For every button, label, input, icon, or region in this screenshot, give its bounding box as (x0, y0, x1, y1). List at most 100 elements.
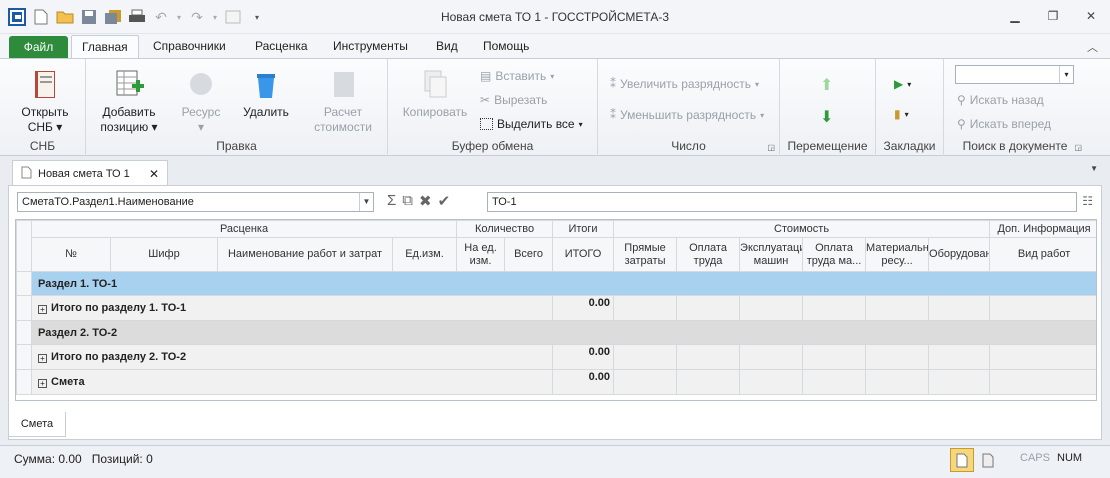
grid-cell[interactable] (613, 344, 678, 370)
summary-row[interactable]: + Итого по разделу 2. ТО-2 0.00 (16, 344, 1096, 370)
move-up-icon[interactable]: ⬆ (820, 75, 833, 95)
grid-cell[interactable] (613, 295, 678, 321)
grid-cell[interactable] (739, 295, 804, 321)
minimize-icon[interactable]: ▁ (996, 0, 1034, 32)
grid-cell[interactable] (989, 344, 1096, 370)
row-label: + Итого по разделу 1. ТО-1 (30, 295, 554, 321)
tab-references[interactable]: Справочники (153, 39, 226, 53)
column-header[interactable]: № (31, 237, 111, 272)
column-header[interactable]: Шифр (110, 237, 218, 272)
grid-cell[interactable] (802, 344, 867, 370)
calculate-cost-button[interactable]: Расчет стоимости (306, 67, 380, 135)
tab-tools[interactable]: Инструменты (333, 39, 408, 53)
row-indicator[interactable] (16, 271, 32, 296)
search-dropdown-icon[interactable]: ▾ (1059, 66, 1073, 83)
select-all-button[interactable]: Выделить все ▾ (480, 117, 583, 131)
close-icon[interactable]: ✕ (1072, 0, 1110, 32)
sheet-tab[interactable]: Смета (8, 412, 66, 437)
page-layout-icon[interactable] (976, 448, 1000, 472)
section-row[interactable]: Раздел 2. ТО-2 (16, 320, 1096, 345)
bookmark-navigate-button[interactable]: ▶ ▾ (894, 77, 911, 91)
expand-icon[interactable]: + (38, 354, 47, 363)
tab-view[interactable]: Вид (436, 39, 458, 53)
ribbon-collapse-icon[interactable]: ︿ (1087, 39, 1098, 55)
column-header[interactable]: На ед. изм. (456, 237, 506, 272)
copy-field-icon[interactable]: ⧉ (402, 192, 413, 210)
summary-row[interactable]: + Смета 0.00 (16, 369, 1096, 395)
cancel-icon[interactable]: ✖ (419, 192, 432, 210)
copy-button[interactable]: Копировать (396, 67, 474, 120)
tab-file[interactable]: Файл (9, 36, 68, 59)
row-indicator[interactable] (16, 369, 32, 395)
grid-cell[interactable] (739, 344, 804, 370)
grid-cell[interactable] (802, 295, 867, 321)
field-dropdown-icon[interactable]: ▼ (359, 193, 373, 211)
add-position-button[interactable]: Добавить позицию ▾ (92, 67, 166, 135)
tab-home[interactable]: Главная (71, 35, 139, 60)
expand-icon[interactable]: + (38, 379, 47, 388)
tab-help[interactable]: Помощь (483, 39, 529, 53)
summary-row[interactable]: + Итого по разделу 1. ТО-1 0.00 (16, 295, 1096, 321)
grid-cell[interactable] (613, 369, 678, 395)
total-cell[interactable]: 0.00 (552, 344, 615, 370)
grid-cell[interactable] (865, 344, 930, 370)
document-tab[interactable]: Новая смета ТО 1 ✕ (12, 160, 168, 186)
formula-value-input[interactable]: ТО-1 (487, 192, 1077, 212)
caps-indicator: CAPS (1020, 452, 1050, 464)
column-header[interactable]: Прямые затраты (613, 237, 678, 272)
grid-cell[interactable] (802, 369, 867, 395)
tab-list-dropdown-icon[interactable]: ▼ (1090, 164, 1098, 173)
paste-button[interactable]: ▤ Вставить ▾ (480, 69, 554, 83)
cut-button[interactable]: ✂ Вырезать (480, 93, 547, 107)
grid-cell[interactable] (989, 369, 1096, 395)
confirm-icon[interactable]: ✔ (438, 192, 451, 210)
column-header[interactable]: Ед.изм. (391, 237, 458, 272)
increase-precision-icon: ⁑ (610, 77, 616, 91)
move-down-icon[interactable]: ⬇ (820, 107, 833, 127)
search-forward-button[interactable]: ⚲ Искать вперед (957, 117, 1051, 131)
column-header[interactable]: Эксплуатация машин (739, 237, 804, 272)
resource-button[interactable]: Ресурс ▾ (172, 67, 230, 135)
grid-cell[interactable] (865, 295, 930, 321)
dialog-launcher-icon[interactable]: ◲ (767, 143, 775, 152)
grid-cell[interactable] (928, 369, 991, 395)
sum-icon[interactable]: Σ (387, 192, 396, 210)
column-header[interactable]: Оборудование (928, 237, 991, 272)
search-dialog-launcher-icon[interactable]: ◲ (1074, 143, 1082, 152)
delete-button[interactable]: Удалить (236, 67, 296, 120)
grid-cell[interactable] (676, 344, 741, 370)
field-selector[interactable]: СметаТО.Раздел1.Наименование ▼ (17, 192, 374, 212)
grid-cell[interactable] (676, 369, 741, 395)
column-header[interactable]: Оплата труда (676, 237, 741, 272)
grid-cell[interactable] (865, 369, 930, 395)
row-indicator[interactable] (16, 344, 32, 370)
search-back-button[interactable]: ⚲ Искать назад (957, 93, 1044, 107)
column-header[interactable]: Оплата труда ма... (802, 237, 867, 272)
column-chooser-icon[interactable]: ☷ (1082, 194, 1093, 208)
increase-precision-button[interactable]: ⁑ Увеличить разрядность ▾ (610, 77, 759, 91)
row-indicator[interactable] (16, 295, 32, 321)
total-cell[interactable]: 0.00 (552, 295, 615, 321)
open-snb-button[interactable]: Открыть СНБ ▾ (8, 67, 82, 135)
page-view-icon[interactable] (950, 448, 974, 472)
grid-cell[interactable] (676, 295, 741, 321)
column-header[interactable]: Вид работ (989, 237, 1096, 272)
tab-pricing[interactable]: Расценка (255, 39, 308, 53)
grid-cell[interactable] (739, 369, 804, 395)
close-tab-icon[interactable]: ✕ (149, 167, 159, 181)
search-input[interactable]: ▾ (955, 65, 1074, 84)
section-row[interactable]: Раздел 1. ТО-1 (16, 271, 1096, 296)
column-header[interactable]: ИТОГО (552, 237, 615, 272)
column-header[interactable]: Наименование работ и затрат (217, 237, 393, 272)
bookmark-add-button[interactable]: ▮ ▾ (894, 107, 909, 121)
grid-cell[interactable] (928, 344, 991, 370)
row-indicator[interactable] (16, 320, 32, 345)
decrease-precision-button[interactable]: ⁑ Уменьшить разрядность ▾ (610, 108, 764, 122)
expand-icon[interactable]: + (38, 305, 47, 314)
maximize-icon[interactable]: ❐ (1034, 0, 1072, 32)
column-header[interactable]: Всего (504, 237, 554, 272)
grid-cell[interactable] (928, 295, 991, 321)
grid-cell[interactable] (989, 295, 1096, 321)
total-cell[interactable]: 0.00 (552, 369, 615, 395)
column-header[interactable]: Материальные ресу... (865, 237, 930, 272)
